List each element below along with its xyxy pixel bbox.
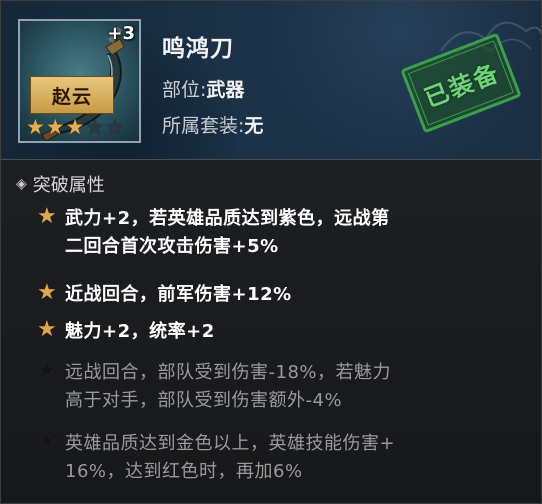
attribute-row: ★ 英雄品质达到金色以上，英雄技能伤害+ 16%，达到红色时，再加6% (37, 430, 507, 486)
enhance-level: +3 (107, 23, 135, 44)
star-empty-icon: ★ (37, 429, 57, 454)
star-empty-icon: ★ (37, 358, 57, 383)
star-empty-icon: ★ (85, 115, 105, 139)
attribute-text: 英雄品质达到金色以上，英雄技能伤害+ 16%，达到红色时，再加6% (65, 433, 396, 482)
attribute-text: 魅力+2，统率+2 (65, 321, 215, 342)
section-heading: ◈ 突破属性 (16, 171, 105, 197)
star-filled-icon: ★ (37, 317, 57, 342)
star-filled-icon: ★ (45, 115, 65, 139)
attribute-row: ★ 魅力+2，统率+2 (37, 318, 507, 346)
star-filled-icon: ★ (37, 204, 57, 229)
set-row: 所属套装:无 (162, 111, 263, 138)
hero-name-tag: 赵云 (30, 76, 114, 114)
slot-value: 武器 (206, 79, 245, 101)
attribute-row: ★ 近战回合，前军伤害+12% (37, 281, 507, 309)
section-title: 突破属性 (32, 175, 105, 196)
attribute-text: 近战回合，前军伤害+12% (65, 284, 292, 305)
item-tooltip: +3 赵云 ★ ★ ★ ★ ★ 鸣鸿刀 部位:武器 所属套装:无 已装备 ◈ 突… (0, 0, 542, 504)
set-label: 所属套装: (162, 115, 245, 137)
item-header: +3 赵云 ★ ★ ★ ★ ★ 鸣鸿刀 部位:武器 所属套装:无 已装备 (1, 1, 541, 160)
set-value: 无 (244, 115, 264, 137)
slot-label: 部位: (162, 79, 207, 101)
attribute-text: 远战回合，部队受到伤害-18%，若魅力 高于对手，部队受到伤害额外-4% (65, 362, 392, 411)
star-filled-icon: ★ (65, 115, 85, 139)
equipped-stamp-text: 已装备 (420, 58, 504, 113)
star-filled-icon: ★ (26, 115, 45, 139)
star-filled-icon: ★ (37, 280, 57, 305)
equipped-stamp: 已装备 (400, 32, 522, 134)
item-name: 鸣鸿刀 (162, 36, 234, 62)
diamond-icon: ◈ (16, 176, 27, 192)
attribute-row: ★ 武力+2，若英雄品质达到紫色，远战第 二回合首次攻击伤害+5% (37, 205, 507, 261)
attribute-text: 武力+2，若英雄品质达到紫色，远战第 二回合首次攻击伤害+5% (65, 208, 390, 257)
attribute-row: ★ 远战回合，部队受到伤害-18%，若魅力 高于对手，部队受到伤害额外-4% (37, 359, 507, 415)
item-portrait: +3 赵云 ★ ★ ★ ★ ★ (18, 19, 141, 143)
star-rating: ★ ★ ★ ★ ★ (26, 117, 124, 138)
slot-row: 部位:武器 (162, 75, 244, 102)
star-empty-icon: ★ (105, 115, 125, 139)
